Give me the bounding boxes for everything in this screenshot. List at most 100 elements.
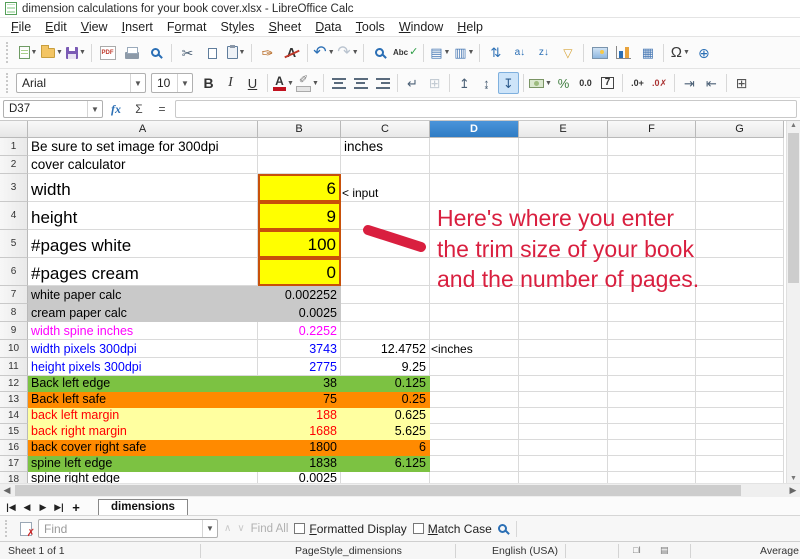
paste-button[interactable]: ▼ <box>224 41 247 65</box>
row-header-13[interactable]: 13 <box>0 392 28 408</box>
cell-C15[interactable]: 5.625 <box>341 424 430 440</box>
name-box-dropdown-icon[interactable]: ▼ <box>87 101 102 117</box>
cell-C8[interactable] <box>341 304 430 322</box>
find-previous-icon[interactable]: ∧ <box>224 523 231 534</box>
font-size-combo[interactable]: 10▼ <box>151 73 193 93</box>
column-header-F[interactable]: F <box>608 121 696 138</box>
row-header-1[interactable]: 1 <box>0 138 28 156</box>
cell-E5[interactable] <box>519 230 608 258</box>
cell-E11[interactable] <box>519 358 608 376</box>
clone-formatting-button[interactable]: ✑ <box>256 41 279 65</box>
cell-G13[interactable] <box>696 392 784 408</box>
cell-A4[interactable]: height <box>28 202 258 230</box>
first-sheet-icon[interactable]: |◀ <box>4 499 18 515</box>
redo-button[interactable]: ↷▼ <box>336 41 359 65</box>
insert-column-button[interactable]: ▥▼ <box>452 41 475 65</box>
find-and-replace-icon[interactable] <box>498 524 507 533</box>
cell-B16[interactable]: 1800 <box>258 440 341 456</box>
find-next-icon[interactable]: ∨ <box>237 523 244 534</box>
cell-G18[interactable] <box>696 472 784 483</box>
highlighting-color-button[interactable]: ✐▼ <box>295 72 319 94</box>
cell-G4[interactable] <box>696 202 784 230</box>
cell-C1[interactable]: inches <box>341 138 430 156</box>
dropdown-arrow-icon[interactable]: ▼ <box>352 49 358 56</box>
row-header-15[interactable]: 15 <box>0 424 28 440</box>
spelling-button[interactable]: Abc <box>392 41 419 65</box>
column-header-E[interactable]: E <box>519 121 608 138</box>
cell-D1[interactable] <box>430 138 519 156</box>
cell-C7[interactable] <box>341 286 430 304</box>
cell-D18[interactable] <box>430 472 519 483</box>
merge-cells-button[interactable]: ⊞ <box>424 72 445 94</box>
clear-formatting-button[interactable]: A <box>280 41 303 65</box>
cell-A15[interactable]: back right margin <box>28 424 258 440</box>
insert-row-button[interactable]: ▤▼ <box>428 41 451 65</box>
underline-button[interactable]: U <box>242 72 263 94</box>
cell-C13[interactable]: 0.25 <box>341 392 430 408</box>
insert-pivot-table-button[interactable]: ▦ <box>636 41 659 65</box>
menu-file[interactable]: File <box>4 19 38 35</box>
cell-E4[interactable] <box>519 202 608 230</box>
checkbox-icon[interactable] <box>413 523 424 534</box>
menu-edit[interactable]: Edit <box>38 19 74 35</box>
sheet-tab-dimensions[interactable]: dimensions <box>98 499 188 515</box>
cell-G12[interactable] <box>696 376 784 392</box>
align-center-button[interactable] <box>350 72 371 94</box>
row-header-7[interactable]: 7 <box>0 286 28 304</box>
autofilter-button[interactable]: ▽ <box>556 41 579 65</box>
cell-C6[interactable] <box>341 258 430 286</box>
sort-descending-button[interactable]: z↓ <box>532 41 555 65</box>
cell-B9[interactable]: 0.2252 <box>258 322 341 340</box>
column-header-G[interactable]: G <box>696 121 784 138</box>
font-color-button[interactable]: A▼ <box>272 72 294 94</box>
function-wizard-icon[interactable]: fx <box>106 102 126 117</box>
cell-B4[interactable]: 9 <box>258 202 341 230</box>
row-header-9[interactable]: 9 <box>0 322 28 340</box>
cell-A3[interactable]: width <box>28 174 258 202</box>
cell-G15[interactable] <box>696 424 784 440</box>
align-right-button[interactable] <box>372 72 393 94</box>
cell-A17[interactable]: spine left edge <box>28 456 258 472</box>
cell-A6[interactable]: #pages cream <box>28 258 258 286</box>
cell-D17[interactable] <box>430 456 519 472</box>
cell-F1[interactable] <box>608 138 696 156</box>
increase-indent-button[interactable]: ⇥ <box>679 72 700 94</box>
new-document-button[interactable]: ▼ <box>16 41 39 65</box>
column-header-A[interactable]: A <box>28 121 258 138</box>
add-sheet-button[interactable]: + <box>68 500 84 515</box>
cell-B7[interactable]: 0.002252 <box>258 286 341 304</box>
align-top-button[interactable]: ↥ <box>454 72 475 94</box>
horizontal-scrollbar[interactable]: ◀ ▶ <box>0 483 800 497</box>
cell-D12[interactable] <box>430 376 519 392</box>
cell-E10[interactable] <box>519 340 608 358</box>
cell-D16[interactable] <box>430 440 519 456</box>
row-header-2[interactable]: 2 <box>0 156 28 174</box>
cell-A9[interactable]: width spine inches <box>28 322 258 340</box>
cell-E16[interactable] <box>519 440 608 456</box>
menu-insert[interactable]: Insert <box>115 19 160 35</box>
row-header-11[interactable]: 11 <box>0 358 28 376</box>
cell-G10[interactable] <box>696 340 784 358</box>
format-as-number-button[interactable]: 0.0 <box>575 72 596 94</box>
cell-A2[interactable]: cover calculator <box>28 156 258 174</box>
find-and-replace-button[interactable] <box>368 41 391 65</box>
menu-help[interactable]: Help <box>450 19 490 35</box>
cell-D4[interactable] <box>430 202 519 230</box>
cell-E6[interactable] <box>519 258 608 286</box>
hyperlink-button[interactable]: ⊕ <box>692 41 715 65</box>
cell-C3[interactable]: < input <box>341 174 430 202</box>
cell-B8[interactable]: 0.0025 <box>258 304 341 322</box>
cell-D5[interactable] <box>430 230 519 258</box>
cell-A16[interactable]: back cover right safe <box>28 440 258 456</box>
cell-F3[interactable] <box>608 174 696 202</box>
cell-D2[interactable] <box>430 156 519 174</box>
insert-image-button[interactable] <box>588 41 611 65</box>
cell-G8[interactable] <box>696 304 784 322</box>
checkbox-icon[interactable] <box>294 523 305 534</box>
column-header-B[interactable]: B <box>258 121 341 138</box>
align-bottom-button[interactable]: ↧ <box>498 72 519 94</box>
special-character-button[interactable]: Ω▼ <box>668 41 691 65</box>
cell-D7[interactable] <box>430 286 519 304</box>
cell-D15[interactable] <box>430 424 519 440</box>
cell-F17[interactable] <box>608 456 696 472</box>
